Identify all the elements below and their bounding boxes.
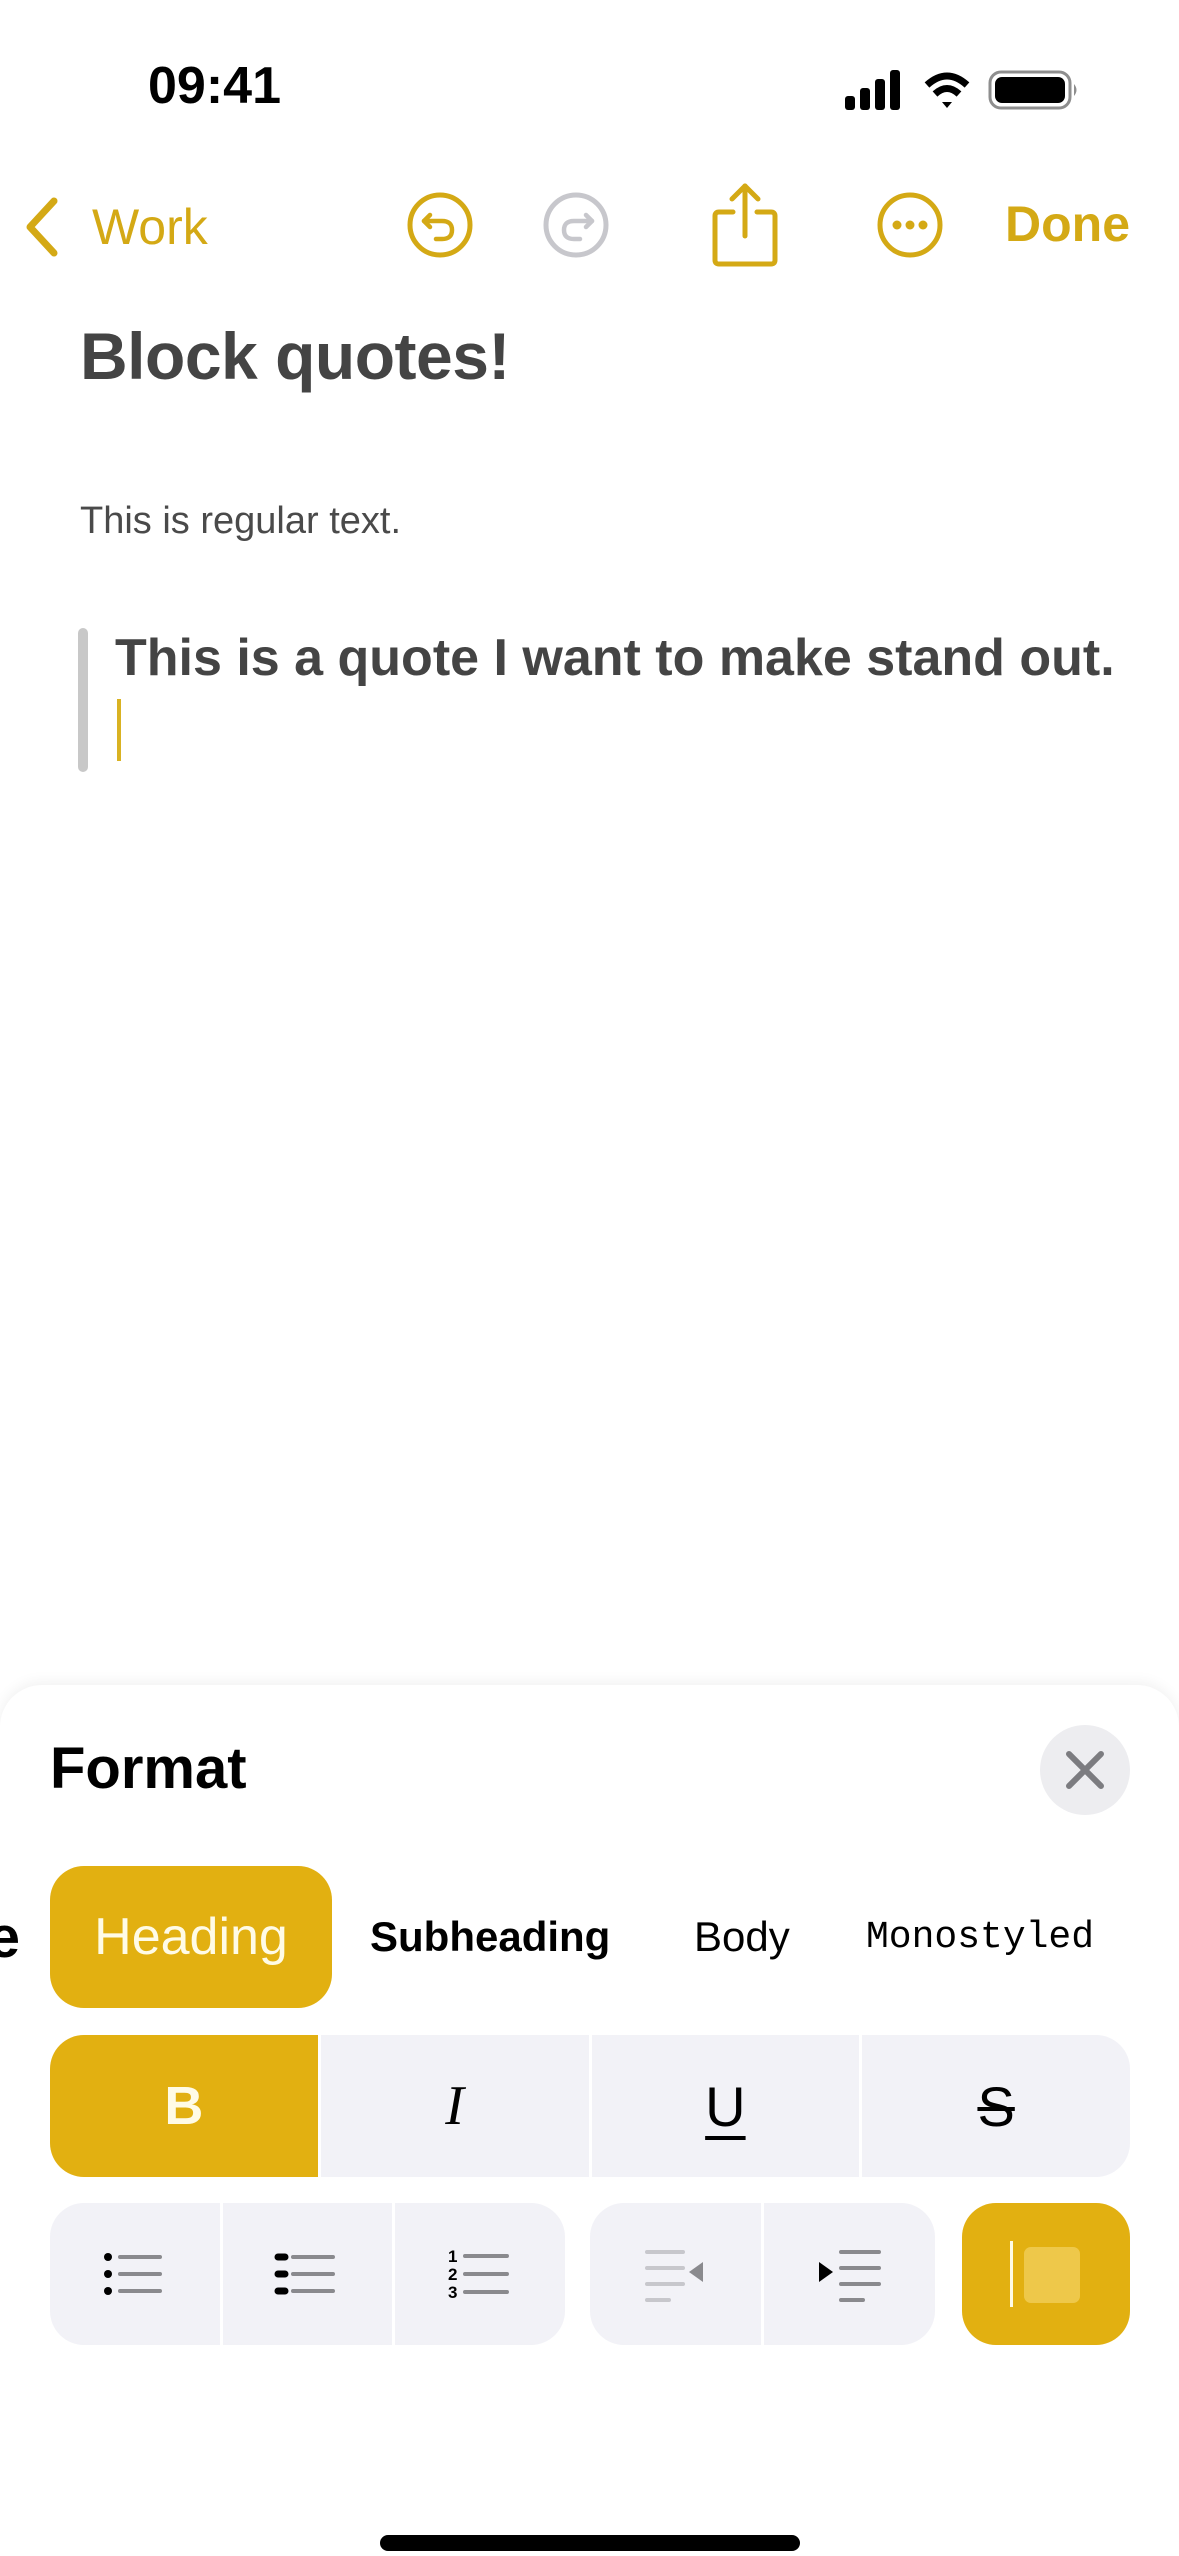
status-icons [845, 70, 1077, 110]
italic-button[interactable]: I [320, 2035, 589, 2177]
numbered-list-digit: 2 [448, 2265, 457, 2284]
increase-indent-button[interactable] [764, 2203, 935, 2345]
indent-icon [818, 2250, 881, 2302]
style-option-subheading[interactable]: Subheading [370, 1866, 620, 2008]
block-quote-icon [1010, 2241, 1080, 2307]
style-option-title[interactable]: e [0, 1866, 20, 2008]
paragraph-style-row[interactable]: e Heading Subheading Body Monostyled [0, 1866, 1179, 2008]
back-label: Work [92, 199, 208, 255]
note-title[interactable]: Block quotes! [80, 318, 510, 394]
list-style-group: 1 2 3 [50, 2203, 565, 2345]
bulleted-list-icon [103, 2253, 162, 2295]
status-time: 09:41 [148, 57, 281, 115]
close-button[interactable] [1040, 1725, 1130, 1815]
battery-icon [988, 70, 1077, 110]
done-button[interactable]: Done [1005, 195, 1130, 253]
bulleted-list-button[interactable] [50, 2203, 220, 2345]
block-quote-button[interactable] [962, 2203, 1130, 2345]
format-sheet-title: Format [50, 1736, 247, 1801]
numbered-list-digit: 3 [448, 2283, 457, 2302]
block-quote-bar [78, 628, 88, 772]
decrease-indent-button[interactable] [590, 2203, 761, 2345]
wifi-icon [924, 72, 970, 108]
style-option-body[interactable]: Body [694, 1866, 804, 2008]
undo-icon[interactable] [400, 185, 480, 265]
bold-button[interactable]: B [50, 2035, 318, 2177]
outdent-icon [644, 2250, 703, 2302]
block-quote[interactable]: This is a quote I want to make stand out… [115, 622, 1115, 766]
dashed-list-icon [274, 2253, 335, 2295]
text-format-segmented-control: B I U S [50, 2035, 1130, 2177]
dashed-list-button[interactable] [222, 2203, 393, 2345]
back-button[interactable]: Work [22, 192, 208, 262]
block-quote-text[interactable]: This is a quote I want to make stand out… [115, 629, 1115, 687]
home-indicator[interactable] [380, 2535, 800, 2551]
numbered-list-digit: 1 [448, 2247, 457, 2266]
style-option-monostyled[interactable]: Monostyled [866, 1866, 1106, 2008]
share-icon[interactable] [705, 180, 785, 270]
strikethrough-button[interactable]: S [862, 2035, 1130, 2177]
text-cursor [117, 699, 121, 761]
style-option-heading[interactable]: Heading [50, 1866, 332, 2008]
indent-group [590, 2203, 935, 2345]
ellipsis-circle-icon[interactable] [870, 185, 950, 265]
note-regular-text[interactable]: This is regular text. [80, 500, 401, 543]
redo-icon[interactable] [536, 185, 616, 265]
numbered-list-icon: 1 2 3 [448, 2247, 510, 2302]
cellular-signal-icon [845, 70, 900, 110]
numbered-list-button[interactable]: 1 2 3 [395, 2203, 565, 2345]
close-icon [1066, 1751, 1104, 1789]
underline-button[interactable]: U [591, 2035, 860, 2177]
chevron-left-icon [26, 197, 58, 257]
